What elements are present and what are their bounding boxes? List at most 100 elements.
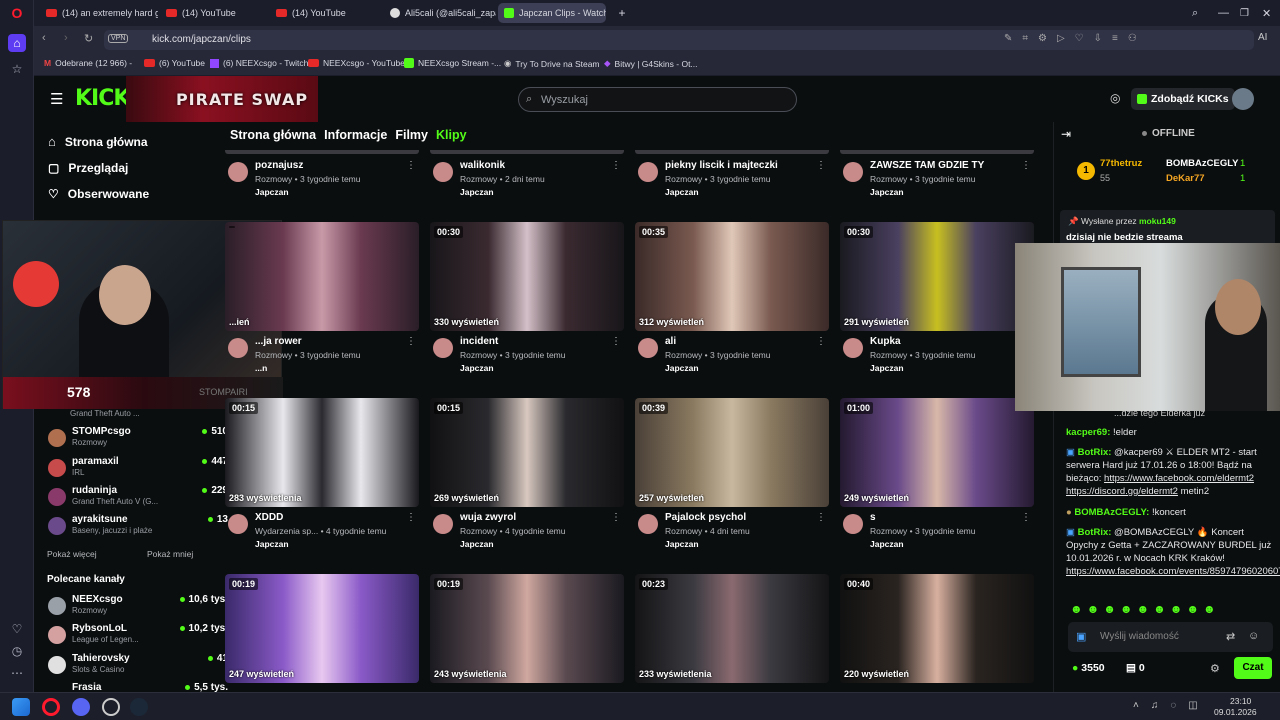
windows-start-icon[interactable] [12,698,30,716]
url-field[interactable]: VPN kick.com/japczan/clips ✎⌗⚙▷♡⇩≡⚇ [104,30,1254,50]
channel-avatar[interactable] [638,162,658,182]
forward-icon[interactable]: › [64,32,68,44]
chat-send-button[interactable]: Czat [1234,657,1272,679]
user-avatar[interactable] [1232,88,1254,110]
more-options-icon[interactable]: ⋮ [611,512,621,523]
clip-thumbnail[interactable]: 00:15 283 wyświetlenia [225,398,419,507]
steam-icon[interactable] [130,698,148,716]
tab-youtube-2[interactable]: (14) YouTube [160,3,268,23]
tab-youtube-3[interactable]: (14) YouTube [270,3,378,23]
channel-avatar[interactable] [433,338,453,358]
obs-icon[interactable] [102,698,120,716]
clip-thumbnail-edge[interactable] [430,150,624,154]
bookmark-g4skins[interactable]: ◆ Bitwy | G4Skins - Ot... [604,58,698,69]
search-tabs-icon[interactable]: ⌕ [1186,3,1204,23]
translate-icon[interactable]: ⇄ [1226,630,1235,643]
vpn-badge[interactable]: VPN [108,34,129,43]
clip-channel[interactable]: Japczan [255,539,289,549]
clip-meta[interactable]: XDDD Wydarzenia sp... • 4 tygodnie temu Ja… [228,512,428,552]
tray-icons[interactable]: ˄♫◌◫ [1133,700,1210,711]
clip-channel[interactable]: Japczan [460,539,494,549]
clip-thumbnail[interactable]: 00:19 247 wyświetleń [225,574,419,683]
minimize-button[interactable]: — [1212,3,1230,23]
star-icon[interactable]: ☆ [8,60,26,78]
clip-title[interactable]: poznajusz [255,160,303,171]
home-icon[interactable]: ⌂ [8,34,26,52]
recommended-channel[interactable]: Frasia 5,5 tys. [48,682,228,692]
channel-avatar[interactable] [433,514,453,534]
clip-title[interactable]: ...ja rower [255,336,302,347]
more-options-icon[interactable]: ⋮ [1021,512,1031,523]
clip-title[interactable]: ZAWSZE TAM GDZIE TY [870,160,984,171]
clip-title[interactable]: piekny liscik i majteczki [665,160,778,171]
clip-title[interactable]: ali [665,336,676,347]
discord-icon[interactable] [72,698,90,716]
bookmark-steam[interactable]: ◉ Try To Drive na Steam [504,58,600,69]
clip-channel[interactable]: Japczan [255,187,289,197]
clip-title[interactable]: XDDD [255,512,283,523]
clip-thumbnail[interactable]: 01:00 249 wyświetleń [840,398,1034,507]
tab-videos[interactable]: Filmy [395,128,428,142]
clip-channel[interactable]: Japczan [665,187,699,197]
more-options-icon[interactable]: ⋮ [611,160,621,171]
maximize-button[interactable]: ❐ [1234,3,1252,23]
clip-meta[interactable]: ZAWSZE TAM GDZIE TY Rozmowy • 3 tygodnie … [843,160,1043,200]
bookmark-youtube[interactable]: (6) YouTube [144,58,205,68]
more-options-icon[interactable]: ⋮ [1021,160,1031,171]
emote-bar[interactable]: ☻☻☻☻☻☻☻☻☻ [1070,602,1220,616]
tab-info[interactable]: Informacje [324,128,387,142]
leader-name[interactable]: 77thetruz [1100,158,1142,169]
clip-channel[interactable]: Japczan [460,187,494,197]
bookmark-neex-kick[interactable]: NEEXcsgo Stream -... [404,58,501,68]
clip-thumbnail[interactable]: 00:19 243 wyświetlenia [430,574,624,683]
recommended-channel[interactable]: NEEXcsgo Rozmowy 10,6 tys. [48,594,228,622]
clip-meta[interactable]: Pajalock psychol Rozmowy • 4 dni temu Japc… [638,512,838,552]
clip-channel[interactable]: Japczan [665,539,699,549]
ai-button[interactable]: AI [1258,32,1267,43]
channel-avatar[interactable] [843,514,863,534]
bookmark-gmail[interactable]: M Odebrane (12 966) - [44,58,132,68]
menu-icon[interactable]: ☰ [50,90,63,108]
gifts-counter[interactable]: ▤ 0 [1126,662,1145,674]
channel-avatar[interactable] [228,338,248,358]
reload-icon[interactable]: ↻ [84,32,93,45]
channel-item[interactable]: ayrakitsune Baseny, jacuzzi i plaże 13 [48,514,228,542]
clip-meta[interactable]: poznajusz Rozmowy • 3 tygodnie temu Japcza… [228,160,428,200]
channel-item[interactable]: paramaxil IRL 447 [48,456,228,484]
get-kicks-button[interactable]: Zdobądź KICKs [1131,88,1235,110]
clip-meta[interactable]: incident Rozmowy • 3 tygodnie temu Japczan… [433,336,633,376]
clip-title[interactable]: walikonik [460,160,505,171]
clip-meta[interactable]: walikonik Rozmowy • 2 dni temu Japczan ⋮ [433,160,633,200]
channel-avatar[interactable] [228,162,248,182]
more-options-icon[interactable]: ⋮ [816,512,826,523]
bookmark-twitch[interactable]: (6) NEEXcsgo - Twitch [210,58,308,68]
clip-thumbnail[interactable]: 00:35 312 wyświetleń [635,222,829,331]
leader-name[interactable]: BOMBAzCEGLY [1166,158,1239,169]
more-options-icon[interactable]: ⋮ [816,160,826,171]
leader-name[interactable]: DeKar77 [1166,173,1205,184]
pirateswap-banner[interactable]: PIRATE SWAP [126,76,318,122]
clip-title[interactable]: Kupka [870,336,901,347]
clip-title[interactable]: Pajalock psychol [665,512,746,523]
nav-browse[interactable]: ▢ Przeglądaj [48,161,128,175]
clip-meta[interactable]: wuja zwyrol Rozmowy • 4 tygodnie temu Japc… [433,512,633,552]
clip-thumbnail[interactable]: 00:23 233 wyświetlenia [635,574,829,683]
clip-channel[interactable]: Japczan [665,363,699,373]
new-tab-button[interactable]: + [612,3,632,23]
settings-icon[interactable]: ⚙ [1210,662,1220,675]
mod-icon[interactable]: ◎ [1110,91,1120,105]
channel-avatar[interactable] [638,514,658,534]
back-icon[interactable]: ‹ [42,32,46,44]
tab-clips[interactable]: Klipy [436,128,467,142]
clip-meta[interactable]: ali Rozmowy • 3 tygodnie temu Japczan ⋮ [638,336,838,376]
pinned-message[interactable]: 📌 Wysłane przez moku149 dzisiaj nie bedz… [1060,210,1275,246]
clip-meta[interactable]: ...ja rower Rozmowy • 3 tygodnie temu ...n… [228,336,428,376]
clip-meta[interactable]: s Rozmowy • 3 tygodnie temu Japczan ⋮ [843,512,1043,552]
clip-channel[interactable]: Japczan [870,539,904,549]
clip-thumbnail[interactable]: 00:40 220 wyświetleń [840,574,1034,683]
channel-avatar[interactable] [228,514,248,534]
close-window-button[interactable]: ✕ [1256,3,1274,23]
clip-thumbnail[interactable]: 00:15 269 wyświetleń [430,398,624,507]
channel-item[interactable]: STOMPcsgo Rozmowy 510 [48,426,228,454]
channel-avatar[interactable] [433,162,453,182]
